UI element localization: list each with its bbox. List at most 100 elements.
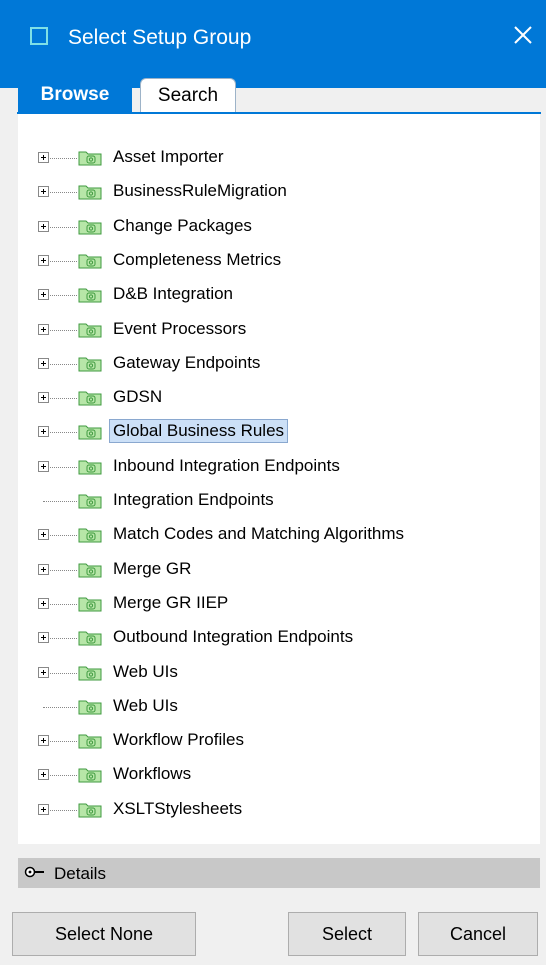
tree-item[interactable]: Asset Importer	[18, 144, 518, 172]
expand-plus-icon[interactable]	[38, 735, 49, 747]
tab-search[interactable]: Search	[140, 78, 236, 112]
tree-item[interactable]: Integration Endpoints	[18, 487, 518, 515]
title-bar: Select Setup Group	[0, 0, 546, 88]
tree-item[interactable]: Match Codes and Matching Algorithms	[18, 521, 518, 549]
tree-connector	[50, 329, 77, 331]
tree-connector	[50, 226, 77, 228]
tree-item[interactable]: Event Processors	[18, 316, 518, 344]
expand-plus-icon[interactable]	[38, 289, 49, 301]
tree-item-label[interactable]: Workflow Profiles	[110, 729, 247, 751]
window-title: Select Setup Group	[68, 26, 252, 49]
expand-plus-icon[interactable]	[38, 220, 49, 232]
tree-item[interactable]: Web UIs	[18, 693, 518, 721]
tree-connector	[50, 363, 77, 365]
setup-group-folder-icon	[78, 803, 102, 818]
tree-item-label[interactable]: Change Packages	[110, 215, 255, 237]
tree-item-label[interactable]: GDSN	[110, 386, 165, 408]
setup-group-tree[interactable]: Asset Importer BusinessRuleMigration Chang…	[18, 114, 540, 844]
tree-connector	[50, 775, 77, 777]
tree-item-label[interactable]: Merge GR IIEP	[110, 592, 231, 614]
setup-group-folder-icon	[78, 734, 102, 749]
expand-plus-icon[interactable]	[38, 632, 49, 644]
setup-group-folder-icon	[78, 288, 102, 303]
expand-plus-icon[interactable]	[38, 152, 49, 163]
setup-group-folder-icon	[78, 700, 102, 715]
tree-connector	[50, 809, 77, 811]
expand-plus-icon[interactable]	[38, 392, 49, 404]
tree-item[interactable]: Merge GR IIEP	[18, 590, 518, 618]
expand-plus-icon[interactable]	[38, 323, 49, 335]
setup-group-folder-icon	[78, 185, 102, 200]
expand-plus-icon[interactable]	[38, 186, 49, 198]
expand-plus-icon[interactable]	[38, 597, 49, 609]
tree-item-label[interactable]: Web UIs	[110, 661, 181, 683]
tree-item-label[interactable]: Web UIs	[110, 695, 181, 717]
expand-plus-icon[interactable]	[38, 460, 49, 472]
close-button[interactable]	[500, 14, 546, 58]
expand-plus-icon[interactable]	[38, 529, 49, 541]
tree-item-label[interactable]: BusinessRuleMigration	[110, 180, 290, 202]
expand-plus-icon[interactable]	[38, 666, 49, 678]
tree-connector	[50, 569, 77, 571]
tree-connector	[50, 638, 77, 640]
setup-group-folder-icon	[78, 666, 102, 680]
tree-item-label[interactable]: D&B Integration	[110, 283, 236, 305]
tree-connector	[50, 158, 77, 159]
setup-group-folder-icon	[78, 357, 102, 372]
tree-item[interactable]: GDSN	[18, 384, 518, 412]
tree-item[interactable]: Completeness Metrics	[18, 247, 518, 275]
tree-connector	[50, 603, 77, 605]
tree-item[interactable]: Change Packages	[18, 213, 518, 241]
expand-plus-icon[interactable]	[38, 357, 49, 369]
tree-item[interactable]: Outbound Integration Endpoints	[18, 624, 518, 652]
setup-group-folder-icon	[78, 597, 102, 612]
tree-item[interactable]: Gateway Endpoints	[18, 350, 518, 378]
tree-item[interactable]: D&B Integration	[18, 281, 518, 309]
tree-connector	[50, 192, 77, 194]
select-button[interactable]: Select	[288, 912, 406, 956]
tree-item-label[interactable]: Asset Importer	[110, 146, 227, 168]
tree-connector	[50, 672, 77, 674]
tree-item[interactable]: Web UIs	[18, 659, 518, 687]
tree-item-label[interactable]: Workflows	[110, 763, 194, 785]
expand-plus-icon[interactable]	[38, 563, 49, 575]
setup-group-folder-icon	[78, 425, 102, 440]
expand-plus-icon[interactable]	[38, 769, 49, 781]
close-icon	[514, 26, 532, 44]
tree-connector	[50, 466, 77, 468]
tree-connector	[50, 295, 77, 297]
expand-plus-icon[interactable]	[38, 803, 49, 815]
tree-item-label[interactable]: Outbound Integration Endpoints	[110, 626, 356, 648]
tree-connector	[50, 741, 77, 743]
select-none-button[interactable]: Select None	[12, 912, 196, 956]
tree-item-label[interactable]: Global Business Rules	[108, 419, 289, 444]
tree-connector	[50, 535, 77, 537]
setup-group-folder-icon	[78, 768, 102, 783]
tree-item[interactable]: BusinessRuleMigration	[18, 178, 518, 206]
tree-item[interactable]: Workflows	[18, 761, 518, 789]
tree-connector	[50, 398, 77, 400]
tree-item-label[interactable]: XSLTStylesheets	[110, 798, 245, 820]
details-label[interactable]: Details	[54, 864, 106, 884]
tree-item-label[interactable]: Event Processors	[110, 318, 249, 340]
tree-item-label[interactable]: Completeness Metrics	[110, 249, 284, 271]
tree-item-label[interactable]: Inbound Integration Endpoints	[110, 455, 343, 477]
tree-item-label[interactable]: Match Codes and Matching Algorithms	[110, 523, 407, 545]
cancel-button[interactable]: Cancel	[418, 912, 538, 956]
setup-group-folder-icon	[78, 528, 102, 543]
expand-plus-icon[interactable]	[38, 254, 49, 266]
setup-group-folder-icon	[78, 460, 102, 475]
tree-item-label[interactable]: Gateway Endpoints	[110, 352, 263, 374]
tree-item[interactable]: XSLTStylesheets	[18, 796, 518, 824]
tree-item[interactable]: Workflow Profiles	[18, 727, 518, 755]
tree-item[interactable]: Global Business Rules	[18, 418, 518, 446]
details-section[interactable]: Details	[18, 858, 540, 888]
tree-item-label[interactable]: Merge GR	[110, 558, 194, 580]
setup-group-folder-icon	[78, 563, 102, 578]
expand-plus-icon[interactable]	[38, 426, 49, 438]
tab-browse[interactable]: Browse	[18, 78, 132, 112]
tree-item[interactable]: Merge GR	[18, 556, 518, 584]
expand-toggle-icon[interactable]	[24, 866, 46, 878]
tree-item-label[interactable]: Integration Endpoints	[110, 489, 277, 511]
tree-item[interactable]: Inbound Integration Endpoints	[18, 453, 518, 481]
